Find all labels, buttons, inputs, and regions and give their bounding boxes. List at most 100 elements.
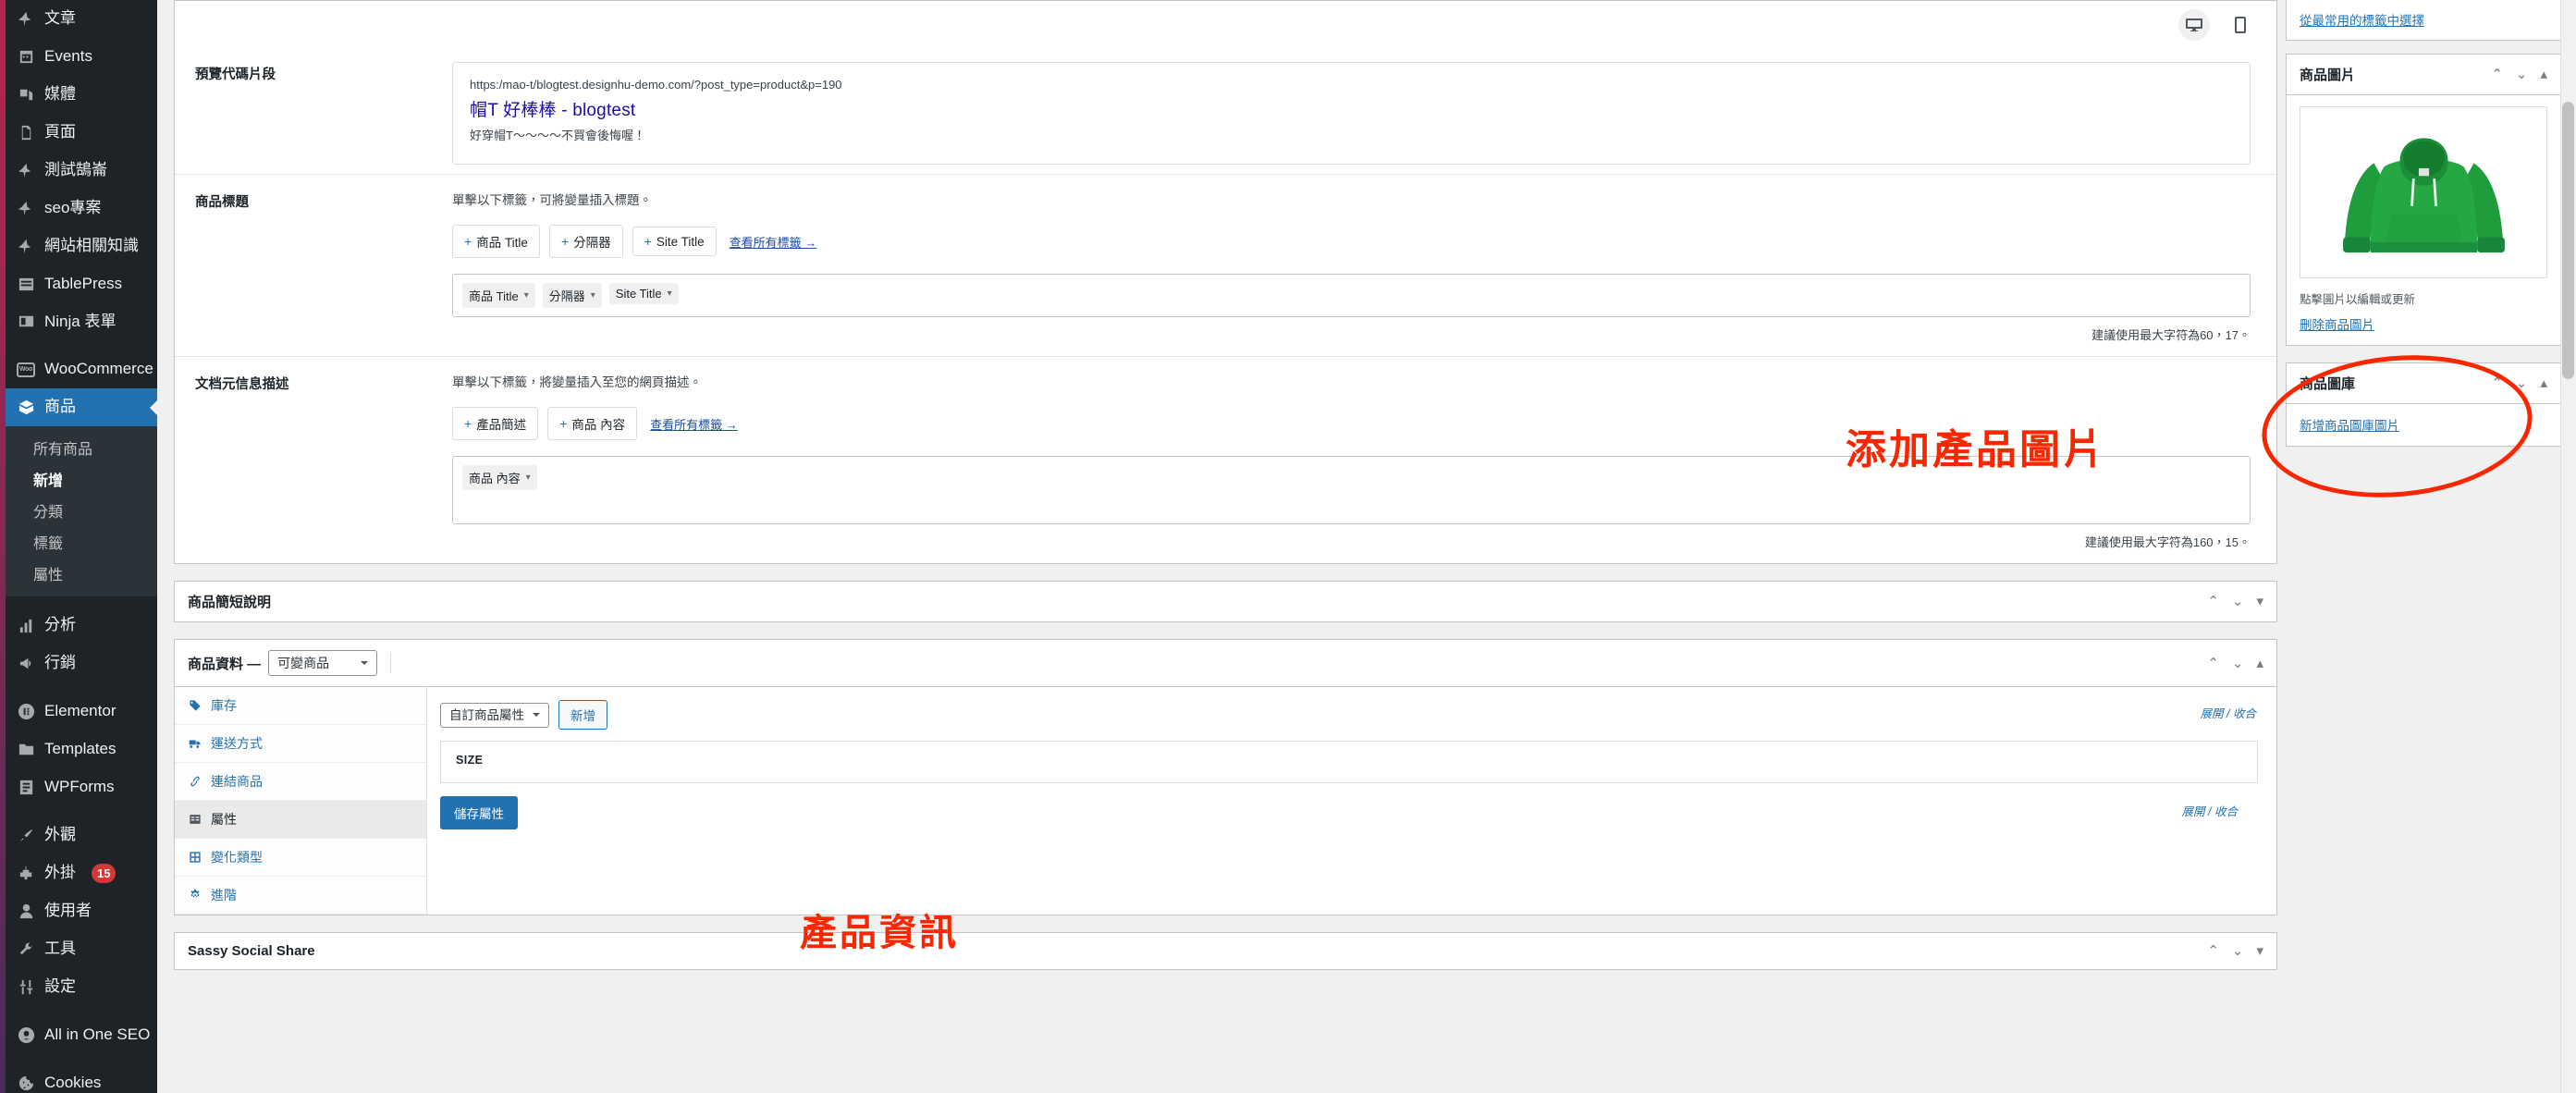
settings-icon: [17, 977, 35, 996]
product-data-tab-連結商品[interactable]: 連結商品: [175, 763, 426, 801]
plus-icon: +: [464, 416, 472, 431]
product-data-tab-運送方式[interactable]: 運送方式: [175, 725, 426, 763]
tag-button-separator[interactable]: + 分隔器: [548, 225, 623, 258]
pin-icon: [18, 163, 31, 178]
tag-button-product-excerpt[interactable]: + 產品簡述: [452, 407, 539, 440]
mobile-icon[interactable]: [2225, 9, 2256, 41]
media-icon: [17, 85, 35, 104]
page-scrollbar[interactable]: [2560, 0, 2576, 1093]
sidebar-item-媒體[interactable]: 媒體: [6, 76, 157, 114]
move-up-icon[interactable]: ⌃: [2207, 595, 2219, 608]
sidebar-item-wpforms[interactable]: WPForms: [6, 768, 157, 806]
attribute-row-size[interactable]: SIZE: [440, 741, 2258, 783]
cookie-icon: [17, 1074, 35, 1092]
plus-icon: +: [560, 234, 570, 249]
submenu-item-標籤[interactable]: 標籤: [6, 526, 157, 558]
product-data-tab-庫存[interactable]: 庫存: [175, 687, 426, 725]
submenu-item-分類[interactable]: 分類: [6, 495, 157, 526]
add-attribute-button[interactable]: 新增: [558, 700, 607, 730]
sidebar-item-cookies[interactable]: Cookies: [6, 1064, 157, 1093]
move-up-icon[interactable]: ⌃: [2207, 657, 2219, 670]
collapse-link[interactable]: 收合: [2214, 805, 2238, 818]
sidebar-item-ninja-表單[interactable]: Ninja 表單: [6, 303, 157, 341]
product-image-header[interactable]: 商品圖片 ⌃ ⌄ ▴: [2287, 55, 2560, 95]
toggle-panel-icon[interactable]: ▾: [2256, 595, 2263, 608]
move-up-icon[interactable]: ⌃: [2491, 376, 2503, 390]
expand-link[interactable]: 展開: [2182, 805, 2205, 818]
sidebar-item-events[interactable]: Events: [6, 38, 157, 76]
sidebar-item-all-in-one-seo[interactable]: All in One SEO: [6, 1016, 157, 1054]
move-down-icon[interactable]: ⌄: [2232, 595, 2244, 608]
sidebar-item-工具[interactable]: 工具: [6, 930, 157, 968]
attribute-type-select[interactable]: 自訂商品屬性: [440, 702, 549, 728]
move-down-icon[interactable]: ⌄: [2516, 376, 2528, 390]
table-icon: [17, 275, 35, 293]
hoodie-illustration: [2320, 107, 2527, 277]
product-type-select[interactable]: 可變商品: [268, 650, 378, 676]
tag-button-product-title[interactable]: + 商品 Title: [452, 225, 540, 258]
sidebar-item-templates[interactable]: Templates: [6, 731, 157, 768]
move-down-icon[interactable]: ⌄: [2516, 68, 2528, 81]
token-separator[interactable]: 分隔器 ▾: [542, 283, 602, 308]
remove-product-image-link[interactable]: 刪除商品圖片: [2300, 314, 2374, 333]
product-data-tab-屬性[interactable]: 屬性: [175, 801, 426, 839]
sidebar-item-網站相關知識[interactable]: 網站相關知識: [6, 227, 157, 265]
media-icon: [19, 89, 32, 101]
product-gallery-header[interactable]: 商品圖庫 ⌃ ⌄ ▴: [2287, 363, 2560, 404]
product-image-hint: 點擊圖片以編輯或更新: [2300, 293, 2416, 306]
sidebar-item-分析[interactable]: 分析: [6, 607, 157, 645]
toggle-panel-icon[interactable]: ▴: [2256, 657, 2263, 670]
scrollbar-thumb[interactable]: [2562, 102, 2574, 379]
token-site-title[interactable]: Site Title ▾: [608, 283, 679, 304]
form-icon: [18, 316, 33, 327]
sidebar-item-elementor[interactable]: Elementor: [6, 693, 157, 731]
sidebar-item-頁面[interactable]: 頁面: [6, 114, 157, 152]
tag-button-site-title[interactable]: + Site Title: [632, 227, 717, 256]
sidebar-item-測試鵠崙[interactable]: 測試鵠崙: [6, 152, 157, 190]
sidebar-item-行銷[interactable]: 行銷: [6, 645, 157, 682]
move-down-icon[interactable]: ⌄: [2232, 944, 2244, 958]
tag-button-product-content[interactable]: + 商品 內容: [547, 407, 638, 440]
sidebar-item-商品[interactable]: 商品: [6, 388, 157, 427]
move-up-icon[interactable]: ⌃: [2207, 944, 2219, 958]
desktop-icon[interactable]: [2178, 9, 2210, 41]
sidebar-badge: 15: [92, 863, 117, 883]
sidebar-item-label: 外掛: [44, 863, 76, 881]
meta-description-token-input[interactable]: 商品 內容 ▾: [452, 456, 2251, 524]
short-description-header[interactable]: 商品簡短說明 ⌃ ⌄ ▾: [175, 582, 2276, 621]
product-data-tab-進階[interactable]: 進階: [175, 877, 426, 915]
sidebar-item-設定[interactable]: 設定: [6, 968, 157, 1006]
sidebar-item-文章[interactable]: 文章: [6, 0, 157, 38]
view-all-tags-link-title[interactable]: 查看所有標籤 →: [730, 233, 817, 251]
toggle-panel-icon[interactable]: ▴: [2540, 68, 2547, 81]
product-image-thumbnail[interactable]: [2300, 106, 2547, 278]
token-product-title[interactable]: 商品 Title ▾: [462, 283, 535, 308]
sidebar-item-tablepress[interactable]: TablePress: [6, 265, 157, 303]
sidebar-item-woocommerce[interactable]: Woo WooCommerce: [6, 350, 157, 388]
token-product-content[interactable]: 商品 內容 ▾: [462, 465, 537, 490]
collapse-link[interactable]: 收合: [2233, 707, 2256, 720]
choose-from-common-tags-link[interactable]: 從最常用的標籤中選擇: [2300, 10, 2424, 29]
toggle-panel-icon[interactable]: ▴: [2540, 376, 2547, 390]
sidebar-item-外掛[interactable]: 外掛 15: [6, 854, 157, 892]
sidebar-item-label: 使用者: [44, 901, 92, 919]
save-attributes-button[interactable]: 儲存屬性: [440, 796, 518, 829]
product-title-token-input[interactable]: 商品 Title ▾ 分隔器 ▾ Site Title ▾: [452, 274, 2251, 317]
submenu-item-新增[interactable]: 新增: [6, 463, 157, 495]
submenu-item-屬性[interactable]: 屬性: [6, 558, 157, 589]
sidebar-item-seo專案[interactable]: seo專案: [6, 190, 157, 227]
user-icon: [19, 903, 32, 918]
toggle-panel-icon[interactable]: ▾: [2256, 944, 2263, 958]
product-data-tab-變化類型[interactable]: 變化類型: [175, 839, 426, 877]
sidebar-item-使用者[interactable]: 使用者: [6, 892, 157, 930]
move-down-icon[interactable]: ⌄: [2232, 657, 2244, 670]
view-all-tags-link-desc[interactable]: 查看所有標籤 →: [650, 415, 738, 433]
sidebar-item-label: All in One SEO: [44, 1025, 151, 1043]
sidebar-item-外觀[interactable]: 外觀: [6, 817, 157, 854]
add-gallery-image-link[interactable]: 新增商品圖庫圖片: [2300, 415, 2399, 434]
move-up-icon[interactable]: ⌃: [2491, 68, 2503, 81]
sassy-header[interactable]: Sassy Social Share ⌃ ⌄ ▾: [175, 933, 2276, 969]
calendar-icon: [17, 47, 35, 66]
expand-link[interactable]: 展開: [2201, 707, 2224, 720]
submenu-item-所有商品[interactable]: 所有商品: [6, 432, 157, 463]
